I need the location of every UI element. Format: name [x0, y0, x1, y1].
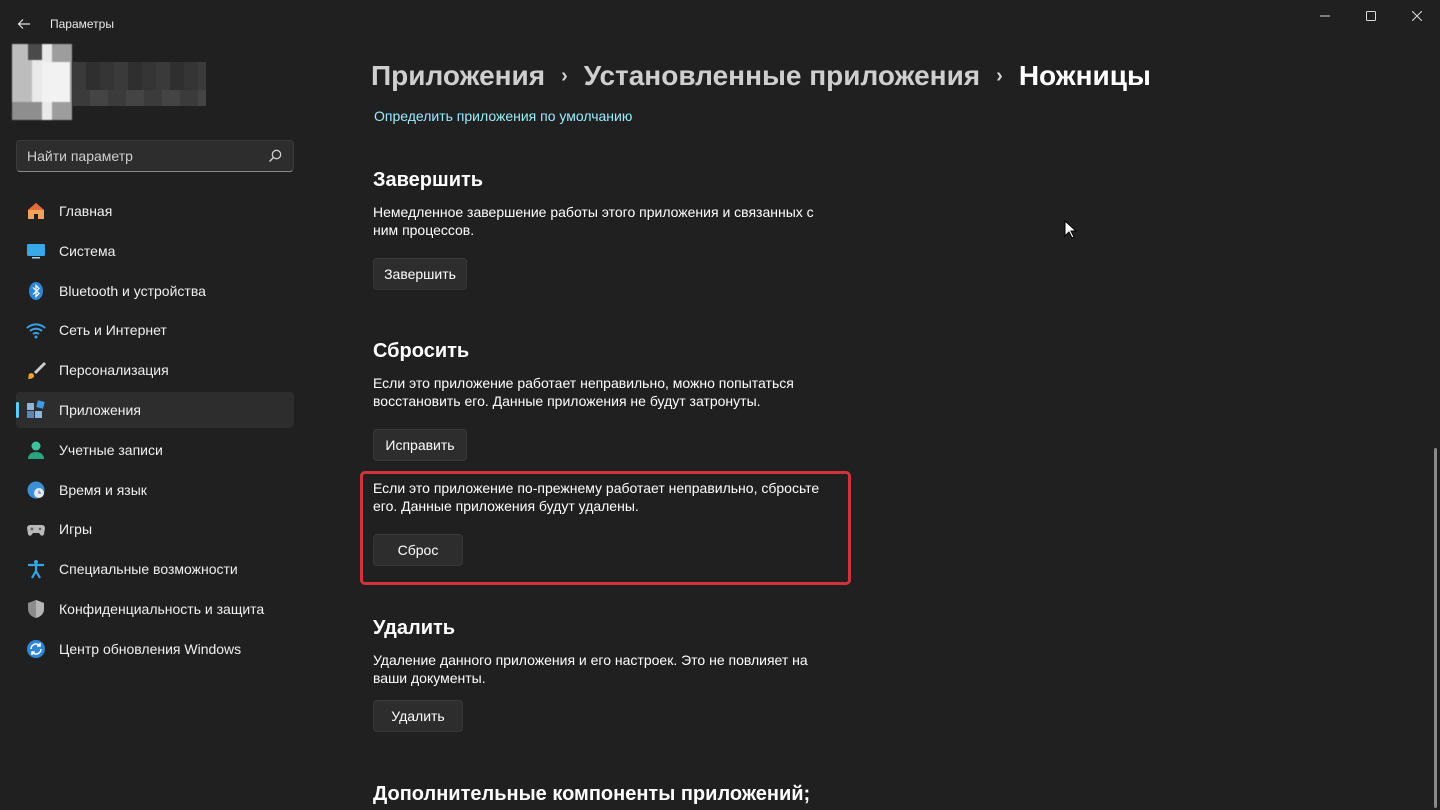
apps-icon [27, 400, 45, 418]
sidebar-item-label: Система [59, 242, 116, 259]
sidebar-nav: Главная Система Bluetooth и устройства С… [16, 193, 294, 671]
search-input[interactable] [17, 141, 257, 171]
sidebar-item-label: Конфиденциальность и защита [59, 600, 265, 617]
close-icon [1412, 11, 1422, 21]
monitor-icon [27, 243, 45, 259]
accessibility-icon [28, 560, 44, 579]
sidebar-item-accessibility[interactable]: Специальные возможности [16, 551, 294, 587]
sidebar-item-gaming[interactable]: Игры [16, 511, 294, 547]
sidebar-item-label: Главная [59, 203, 113, 219]
mouse-cursor-icon [1064, 220, 1078, 239]
scrollbar[interactable] [1434, 448, 1437, 808]
sidebar-item-label: Центр обновления Windows [59, 640, 242, 657]
back-button[interactable] [10, 10, 38, 38]
addons-section-title: Дополнительные компоненты приложений; [373, 783, 811, 805]
sidebar-item-network[interactable]: Сеть и Интернет [16, 312, 294, 348]
sidebar-item-label: Сеть и Интернет [59, 322, 167, 339]
person-icon [28, 441, 44, 459]
sidebar-item-label: Bluetooth и устройства [59, 282, 206, 299]
reset-section-title: Сбросить [373, 340, 470, 362]
maximize-button[interactable] [1348, 0, 1394, 32]
window-controls [1302, 0, 1440, 32]
close-button[interactable] [1394, 0, 1440, 32]
breadcrumb-apps[interactable]: Приложения [371, 60, 545, 92]
sidebar-item-accounts[interactable]: Учетные записи [16, 432, 294, 468]
sidebar-item-label: Учетные записи [59, 441, 163, 458]
bluetooth-icon [29, 281, 43, 300]
breadcrumb-separator: › [561, 64, 568, 87]
sidebar-item-label: Игры [59, 521, 93, 538]
gamepad-icon [27, 525, 45, 537]
terminate-button[interactable]: Завершить [373, 258, 467, 290]
uninstall-section-title: Удалить [373, 617, 456, 639]
uninstall-button[interactable]: Удалить [373, 700, 463, 732]
page-title: Ножницы [1018, 60, 1151, 91]
sidebar-item-label: Специальные возможности [59, 561, 238, 578]
sidebar-item-privacy[interactable]: Конфиденциальность и защита [16, 591, 294, 627]
search-icon[interactable] [267, 148, 283, 164]
sidebar-item-personalization[interactable]: Персонализация [16, 352, 294, 388]
minimize-button[interactable] [1302, 0, 1348, 32]
sidebar-item-label: Приложения [59, 401, 141, 418]
breadcrumb: Приложения › Установленные приложения › … [371, 58, 1151, 94]
arrow-left-icon [17, 19, 30, 29]
update-icon [27, 639, 45, 658]
maximize-icon [1366, 11, 1376, 21]
minimize-icon [1320, 15, 1330, 17]
brush-icon [28, 362, 46, 380]
wifi-icon [26, 323, 46, 339]
account-name-blurred [72, 62, 206, 106]
avatar[interactable] [12, 44, 72, 120]
search-box[interactable] [16, 140, 294, 172]
reset-button[interactable]: Сброс [373, 534, 463, 566]
sidebar-item-apps[interactable]: Приложения [16, 391, 294, 428]
reset-description: Если это приложение по-прежнему работает… [373, 480, 820, 514]
sidebar-item-bluetooth[interactable]: Bluetooth и устройства [16, 273, 294, 309]
uninstall-description: Удаление данного приложения и его настро… [373, 652, 808, 686]
sidebar-item-windows-update[interactable]: Центр обновления Windows [16, 631, 294, 667]
shield-icon [28, 599, 44, 618]
sidebar-item-time-language[interactable]: Время и язык [16, 472, 294, 508]
terminate-section-title: Завершить [373, 169, 484, 191]
home-icon [28, 203, 44, 219]
repair-description: Если это приложение работает неправильно… [373, 375, 794, 409]
terminate-description: Немедленное завершение работы этого прил… [373, 204, 814, 238]
default-apps-link[interactable]: Определить приложения по умолчанию [374, 108, 632, 124]
title-bar: Параметры [0, 0, 1440, 48]
breadcrumb-installed-apps[interactable]: Установленные приложения [584, 60, 980, 92]
app-title: Параметры [50, 17, 114, 31]
sidebar-item-system[interactable]: Система [16, 233, 294, 269]
sidebar-item-label: Персонализация [59, 362, 169, 379]
repair-button[interactable]: Исправить [373, 429, 467, 461]
sidebar-item-home[interactable]: Главная [16, 193, 294, 229]
clock-globe-icon [27, 481, 45, 499]
sidebar-item-label: Время и язык [59, 481, 147, 498]
breadcrumb-separator: › [996, 64, 1003, 87]
